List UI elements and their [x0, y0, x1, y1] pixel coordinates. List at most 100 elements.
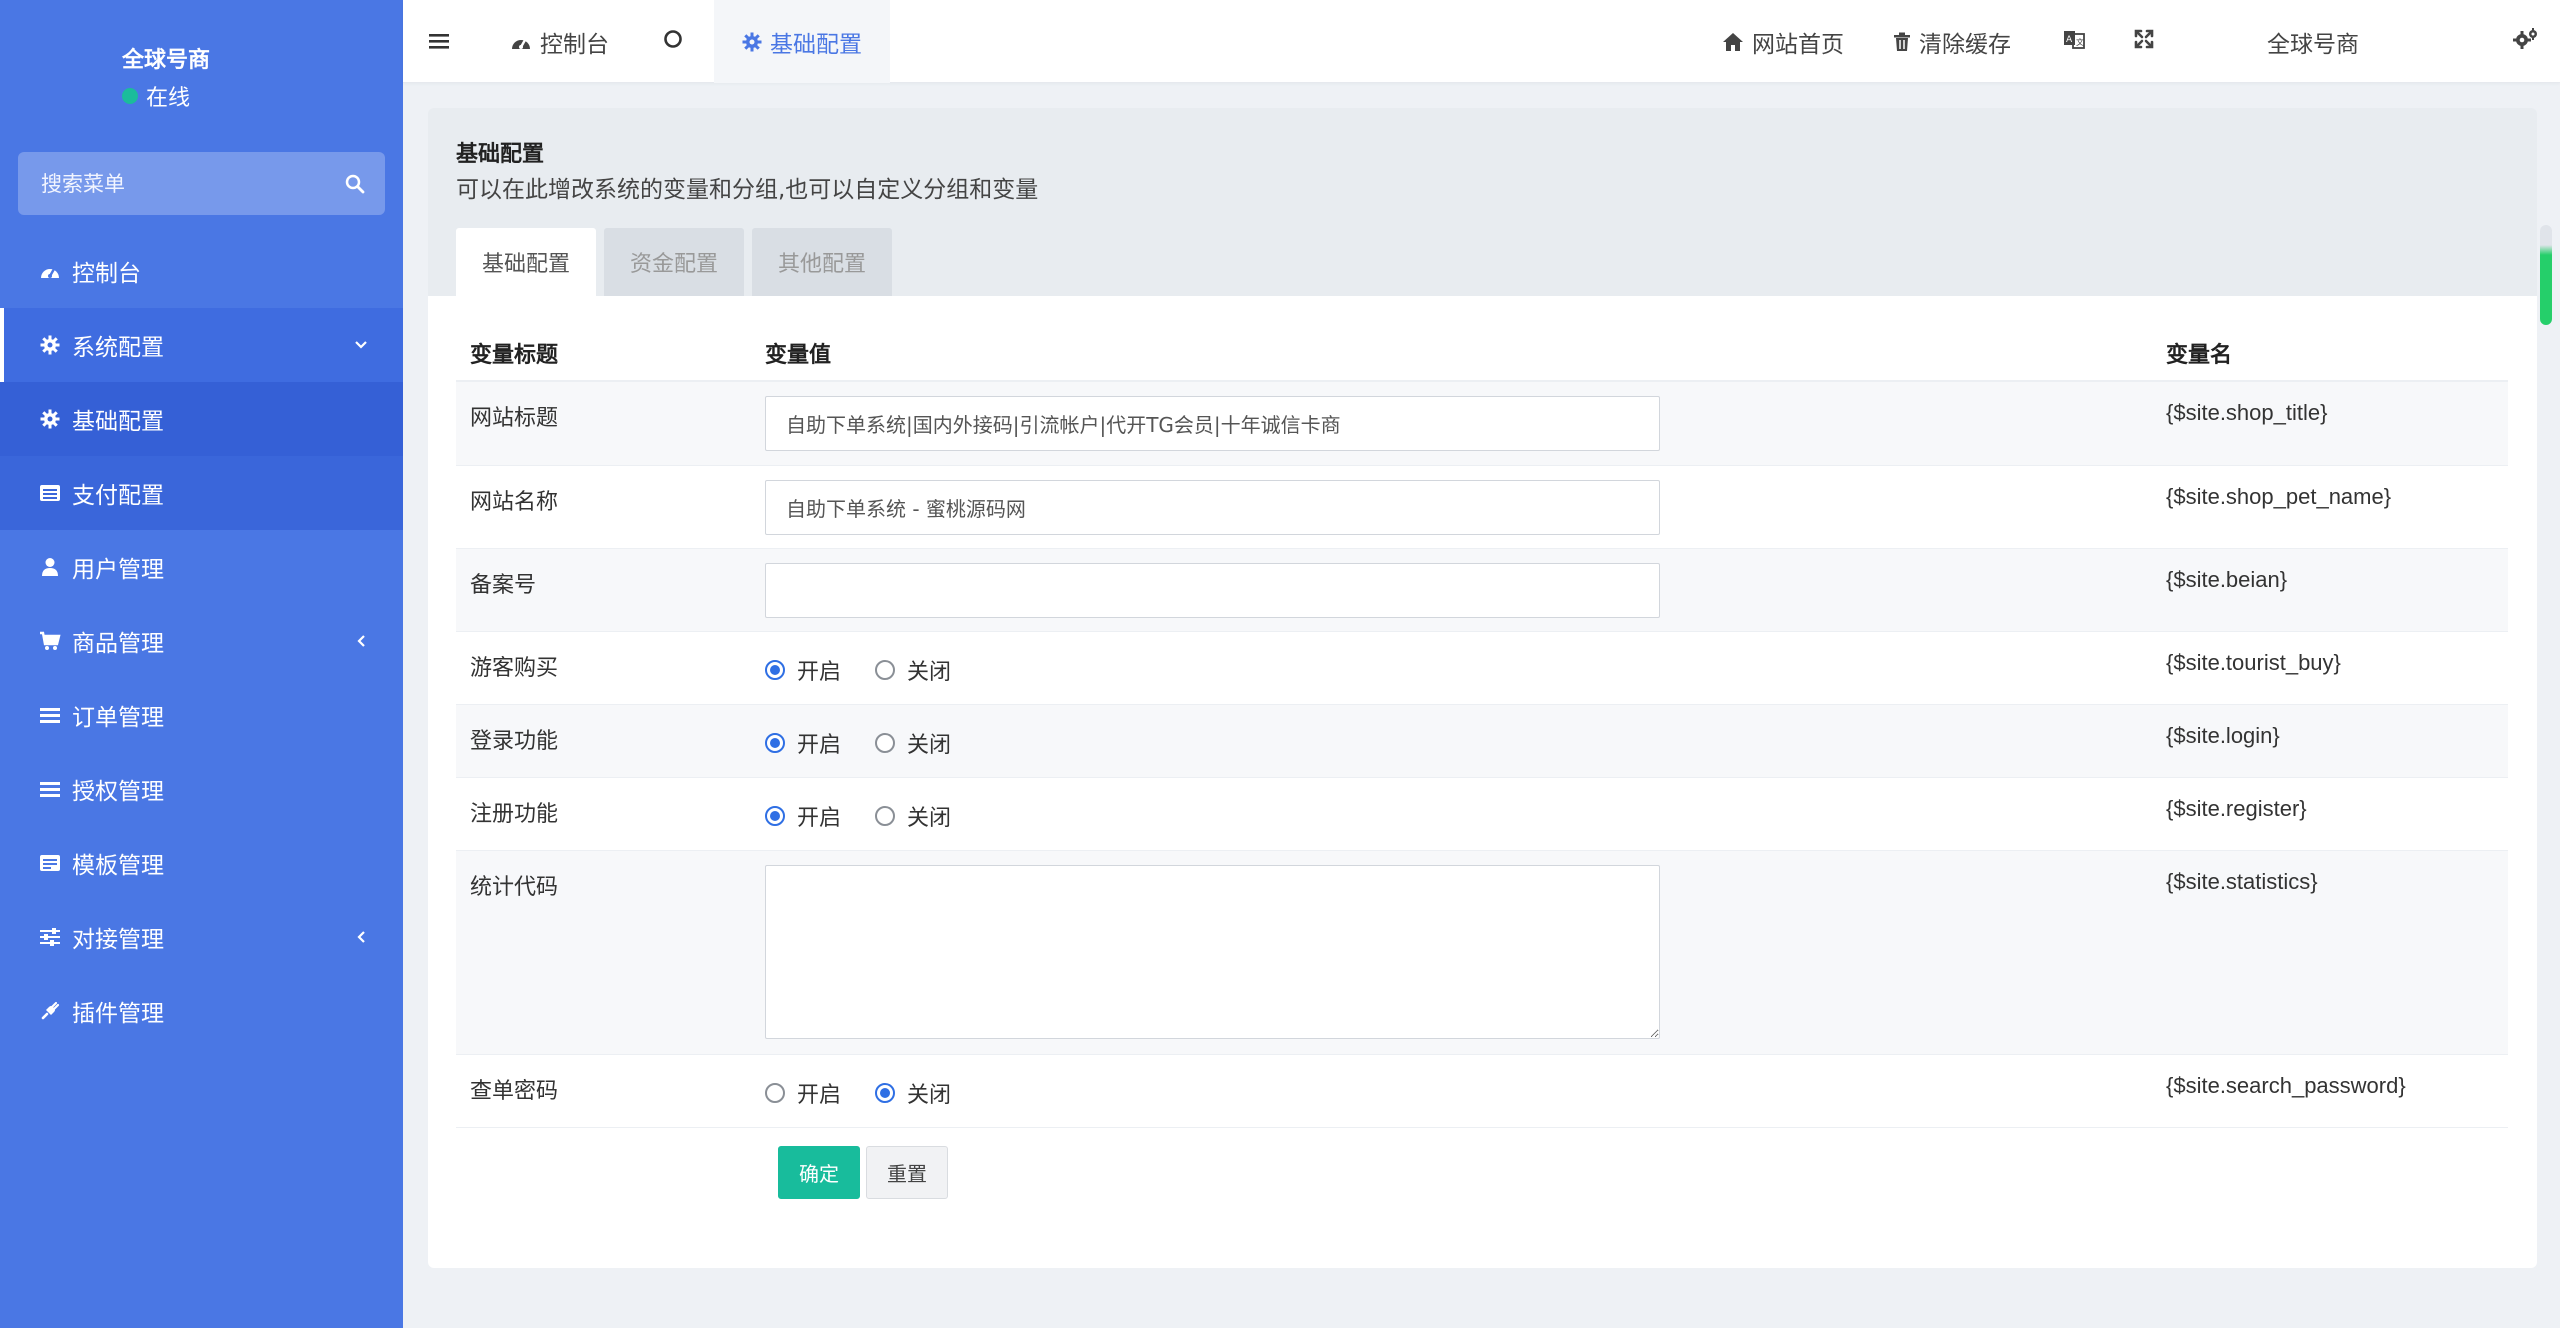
search-password-on-radio[interactable]: 开启 — [765, 1077, 841, 1109]
sidebar-item-users[interactable]: 用户管理 — [0, 530, 403, 604]
topbar-user-name: 全球号商 — [2267, 31, 2359, 58]
login-off-radio[interactable]: 关闭 — [875, 727, 951, 759]
sidebar-item-label: 模板管理 — [72, 853, 164, 879]
row-variable: {$site.statistics} — [2166, 869, 2318, 894]
user-panel: 全球号商 在线 — [0, 0, 403, 140]
chevron-left-icon — [351, 927, 371, 947]
row-variable: {$site.shop_title} — [2166, 400, 2328, 425]
page-title: 基础配置 — [456, 142, 545, 167]
hamburger-icon — [429, 29, 449, 55]
radio-label: 关闭 — [907, 660, 952, 685]
shop-name-input[interactable] — [765, 480, 1660, 535]
beian-input[interactable] — [765, 563, 1660, 618]
tab-dashboard[interactable]: 控制台 — [510, 0, 609, 83]
radio-label: 关闭 — [907, 733, 952, 758]
table-row: 网站名称 {$site.shop_pet_name} — [456, 466, 2508, 549]
table-row: 查单密码 开启 关闭 {$site.search_password} — [456, 1055, 2508, 1128]
home-icon — [1722, 32, 1744, 52]
row-variable: {$site.register} — [2166, 796, 2307, 821]
scrollbar-thumb[interactable] — [2540, 225, 2552, 325]
sidebar-item-templates[interactable]: 模板管理 — [0, 826, 403, 900]
login-on-radio[interactable]: 开启 — [765, 727, 841, 759]
language-button[interactable]: A文 — [2063, 0, 2085, 83]
table-row: 登录功能 开启 关闭 {$site.login} — [456, 705, 2508, 778]
sidebar-item-orders[interactable]: 订单管理 — [0, 678, 403, 752]
reset-button[interactable]: 重置 — [866, 1146, 948, 1199]
table-header: 变量标题 变量值 变量名 — [456, 326, 2508, 382]
search-icon[interactable] — [325, 174, 385, 194]
header-variable: 变量名 — [2166, 343, 2233, 368]
radio-label: 开启 — [797, 660, 842, 685]
chevron-left-icon — [351, 631, 371, 651]
fullscreen-button[interactable] — [2134, 0, 2154, 83]
sidebar-item-payment-config[interactable]: 支付配置 — [0, 456, 403, 530]
user-status-label: 在线 — [146, 86, 191, 111]
refresh-button[interactable] — [663, 0, 683, 83]
search-password-radio-group: 开启 关闭 — [765, 1069, 2164, 1115]
sidebar-item-system-config[interactable]: 系统配置 — [0, 308, 403, 382]
row-variable: {$site.shop_pet_name} — [2166, 484, 2392, 509]
gear-icon — [38, 333, 62, 357]
table-row: 注册功能 开启 关闭 {$site.register} — [456, 778, 2508, 851]
menu-search-input[interactable] — [18, 152, 325, 215]
radio-unchecked — [875, 733, 896, 753]
sidebar-item-basic-config[interactable]: 基础配置 — [0, 382, 403, 456]
table-row: 网站标题 {$site.shop_title} — [456, 382, 2508, 466]
clear-cache-button[interactable]: 清除缓存 — [1893, 0, 2011, 83]
sidebar-item-products[interactable]: 商品管理 — [0, 604, 403, 678]
register-off-radio[interactable]: 关闭 — [875, 800, 951, 832]
radio-checked — [765, 660, 785, 680]
config-tabs: 基础配置 资金配置 其他配置 — [456, 228, 900, 296]
row-variable: {$site.search_password} — [2166, 1073, 2406, 1098]
header-value: 变量值 — [765, 343, 832, 368]
row-title: 网站标题 — [470, 406, 559, 431]
sidebar-item-plugins[interactable]: 插件管理 — [0, 974, 403, 1048]
sidebar-item-integration[interactable]: 对接管理 — [0, 900, 403, 974]
search-password-off-radio[interactable]: 关闭 — [875, 1077, 951, 1109]
tab-other[interactable]: 其他配置 — [752, 228, 893, 296]
sidebar-item-licenses[interactable]: 授权管理 — [0, 752, 403, 826]
settings-button[interactable] — [2513, 0, 2539, 83]
tourist-buy-on-radio[interactable]: 开启 — [765, 654, 841, 686]
row-variable: {$site.login} — [2166, 723, 2280, 748]
sidebar-item-label: 支付配置 — [72, 483, 164, 509]
shop-title-input[interactable] — [765, 396, 1660, 451]
tab-basic[interactable]: 基础配置 — [456, 228, 597, 296]
sidebar-item-label: 系统配置 — [72, 335, 164, 361]
content-header: 基础配置 可以在此增改系统的变量和分组,也可以自定义分组和变量 基础配置 资金配… — [428, 108, 2537, 296]
sidebar-item-dashboard[interactable]: 控制台 — [0, 234, 403, 308]
page-scrollbar[interactable] — [2540, 225, 2552, 325]
tourist-buy-off-radio[interactable]: 关闭 — [875, 654, 951, 686]
config-table: 变量标题 变量值 变量名 网站标题 {$site.shop_title} 网站名… — [456, 326, 2508, 1128]
register-on-radio[interactable]: 开启 — [765, 800, 841, 832]
sidebar-item-label: 插件管理 — [72, 1001, 164, 1027]
row-title: 查单密码 — [470, 1079, 559, 1104]
row-title: 登录功能 — [470, 729, 559, 754]
site-home-link[interactable]: 网站首页 — [1722, 0, 1844, 83]
row-title: 网站名称 — [470, 490, 559, 515]
translate-icon: A文 — [2063, 29, 2085, 55]
config-panel: 变量标题 变量值 变量名 网站标题 {$site.shop_title} 网站名… — [428, 296, 2537, 1268]
tab-basic-config[interactable]: 基础配置 — [714, 0, 890, 83]
confirm-button[interactable]: 确定 — [778, 1146, 860, 1199]
form-actions: 确定 重置 — [778, 1146, 954, 1199]
tab-dashboard-label: 控制台 — [540, 31, 609, 58]
statistics-code-textarea[interactable] — [765, 865, 1660, 1039]
svg-text:文: 文 — [2076, 37, 2084, 47]
radio-checked — [765, 733, 785, 753]
svg-text:A: A — [2066, 35, 2073, 45]
page-description: 可以在此增改系统的变量和分组,也可以自定义分组和变量 — [456, 177, 1039, 203]
radio-unchecked — [875, 660, 896, 680]
system-config-submenu: 基础配置 支付配置 — [0, 382, 403, 530]
tab-funds[interactable]: 资金配置 — [604, 228, 745, 296]
user-menu[interactable]: 全球号商 — [2267, 0, 2359, 83]
radio-label: 开启 — [797, 806, 842, 831]
header-title: 变量标题 — [470, 343, 559, 368]
login-radio-group: 开启 关闭 — [765, 719, 2164, 765]
sidebar-toggle-button[interactable] — [429, 0, 449, 83]
online-status-dot — [122, 88, 138, 104]
bars-icon — [38, 703, 62, 727]
radio-checked — [875, 1083, 896, 1103]
register-radio-group: 开启 关闭 — [765, 792, 2164, 838]
fullscreen-icon — [2134, 29, 2154, 55]
